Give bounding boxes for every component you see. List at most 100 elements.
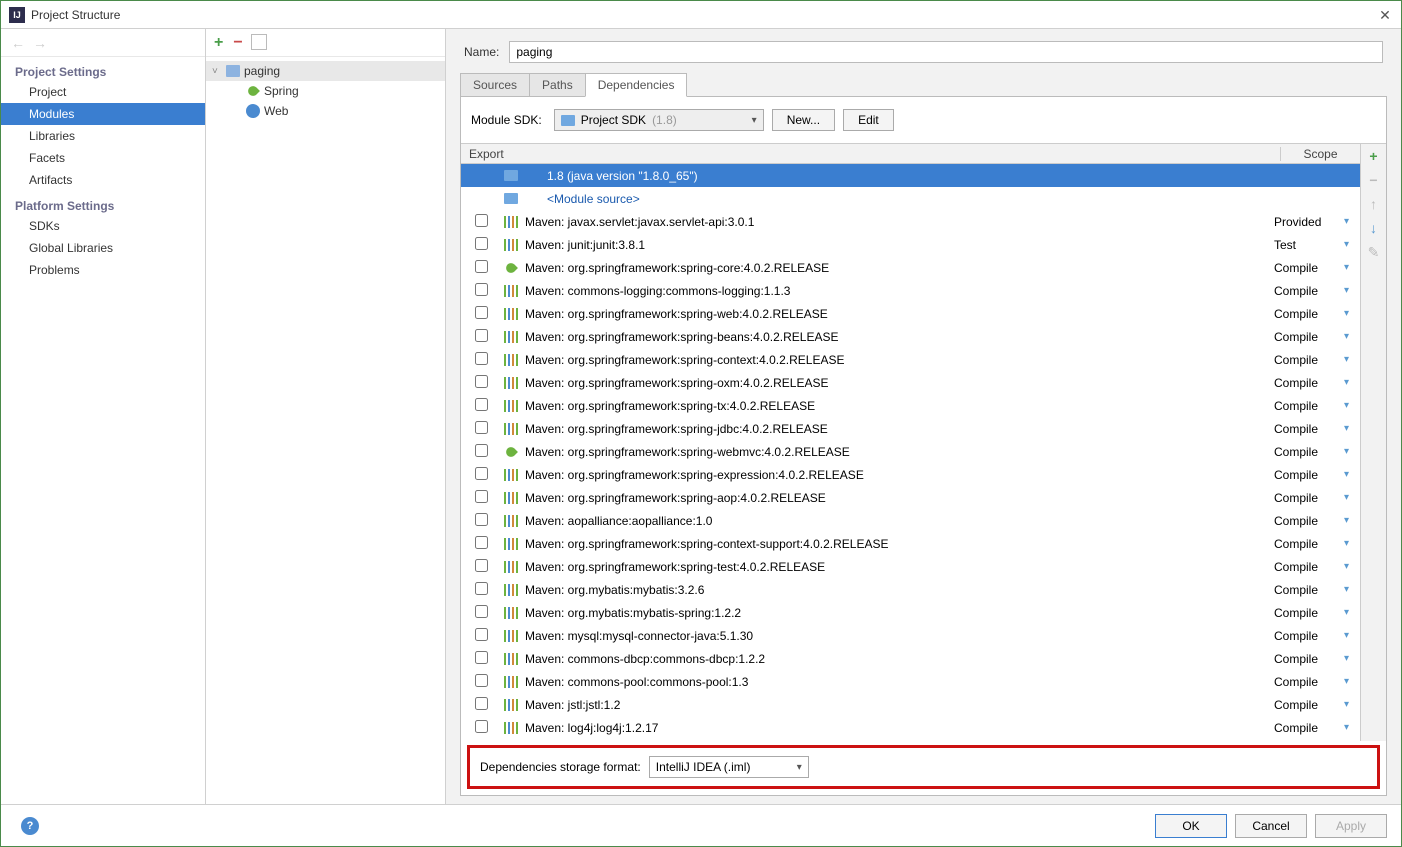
dep-row[interactable]: Maven: jstl:jstl:1.2Compile▾: [461, 693, 1360, 716]
dep-row[interactable]: Maven: org.springframework:spring-contex…: [461, 532, 1360, 555]
dep-scope[interactable]: Compile: [1274, 261, 1344, 275]
apply-button[interactable]: Apply: [1315, 814, 1387, 838]
sidebar-item-modules[interactable]: Modules: [1, 103, 205, 125]
scope-dropdown-icon[interactable]: ▾: [1344, 584, 1360, 595]
export-checkbox[interactable]: [475, 674, 488, 687]
dep-scope[interactable]: Compile: [1274, 606, 1344, 620]
export-checkbox[interactable]: [475, 513, 488, 526]
dep-row[interactable]: Maven: org.springframework:spring-test:4…: [461, 555, 1360, 578]
copy-icon[interactable]: [253, 36, 267, 50]
scope-dropdown-icon[interactable]: ▾: [1344, 400, 1360, 411]
export-checkbox[interactable]: [475, 283, 488, 296]
dep-row[interactable]: Maven: org.springframework:spring-core:4…: [461, 256, 1360, 279]
dep-row[interactable]: Maven: commons-pool:commons-pool:1.3Comp…: [461, 670, 1360, 693]
dep-scope[interactable]: Compile: [1274, 422, 1344, 436]
export-checkbox[interactable]: [475, 628, 488, 641]
export-checkbox[interactable]: [475, 260, 488, 273]
move-down-icon[interactable]: ↓: [1370, 220, 1377, 236]
scope-dropdown-icon[interactable]: ▾: [1344, 469, 1360, 480]
dep-scope[interactable]: Compile: [1274, 376, 1344, 390]
dep-row[interactable]: Maven: org.springframework:spring-jdbc:4…: [461, 417, 1360, 440]
dep-row[interactable]: Maven: aopalliance:aopalliance:1.0Compil…: [461, 509, 1360, 532]
dependencies-table[interactable]: Export Scope 1.8 (java version "1.8.0_65…: [461, 144, 1360, 741]
module-sdk-select[interactable]: Project SDK (1.8) ▾: [554, 109, 764, 131]
scope-dropdown-icon[interactable]: ▾: [1344, 446, 1360, 457]
dep-row[interactable]: Maven: mysql:mysql-connector-java:5.1.30…: [461, 624, 1360, 647]
sidebar-item-facets[interactable]: Facets: [1, 147, 205, 169]
dep-scope[interactable]: Compile: [1274, 514, 1344, 528]
dep-row[interactable]: Maven: org.springframework:spring-contex…: [461, 348, 1360, 371]
dep-row[interactable]: Maven: org.springframework:spring-aop:4.…: [461, 486, 1360, 509]
dep-scope[interactable]: Compile: [1274, 353, 1344, 367]
export-checkbox[interactable]: [475, 306, 488, 319]
add-icon[interactable]: +: [214, 34, 223, 52]
tree-node-paging[interactable]: ˅ paging: [206, 61, 445, 81]
export-checkbox[interactable]: [475, 237, 488, 250]
dep-row[interactable]: Maven: org.springframework:spring-beans:…: [461, 325, 1360, 348]
export-checkbox[interactable]: [475, 490, 488, 503]
dep-row[interactable]: Maven: org.springframework:spring-expres…: [461, 463, 1360, 486]
dep-scope[interactable]: Test: [1274, 238, 1344, 252]
scope-dropdown-icon[interactable]: ▾: [1344, 216, 1360, 227]
dep-row[interactable]: <Module source>: [461, 187, 1360, 210]
dep-row[interactable]: Maven: org.mybatis:mybatis:3.2.6Compile▾: [461, 578, 1360, 601]
export-checkbox[interactable]: [475, 559, 488, 572]
dep-scope[interactable]: Compile: [1274, 652, 1344, 666]
export-checkbox[interactable]: [475, 329, 488, 342]
export-checkbox[interactable]: [475, 421, 488, 434]
dep-row[interactable]: Maven: commons-logging:commons-logging:1…: [461, 279, 1360, 302]
export-checkbox[interactable]: [475, 352, 488, 365]
tab-paths[interactable]: Paths: [529, 73, 586, 97]
export-checkbox[interactable]: [475, 697, 488, 710]
add-dep-icon[interactable]: +: [1369, 148, 1377, 164]
sidebar-item-problems[interactable]: Problems: [1, 259, 205, 281]
export-checkbox[interactable]: [475, 720, 488, 733]
dep-row[interactable]: Maven: log4j:log4j:1.2.17Compile▾: [461, 716, 1360, 739]
dep-row[interactable]: Maven: org.springframework:spring-webmvc…: [461, 440, 1360, 463]
edit-sdk-button[interactable]: Edit: [843, 109, 894, 131]
sidebar-item-project[interactable]: Project: [1, 81, 205, 103]
sidebar-item-artifacts[interactable]: Artifacts: [1, 169, 205, 191]
export-checkbox[interactable]: [475, 536, 488, 549]
export-checkbox[interactable]: [475, 605, 488, 618]
scope-dropdown-icon[interactable]: ▾: [1344, 561, 1360, 572]
tree-node-spring[interactable]: Spring: [206, 81, 445, 101]
scope-dropdown-icon[interactable]: ▾: [1344, 607, 1360, 618]
sidebar-item-libraries[interactable]: Libraries: [1, 125, 205, 147]
dep-row[interactable]: Maven: org.springframework:spring-oxm:4.…: [461, 371, 1360, 394]
dep-scope[interactable]: Compile: [1274, 330, 1344, 344]
export-checkbox[interactable]: [475, 444, 488, 457]
edit-dep-icon[interactable]: ✎: [1368, 244, 1380, 261]
close-icon[interactable]: ✕: [1377, 7, 1393, 23]
dep-scope[interactable]: Compile: [1274, 721, 1344, 735]
scope-dropdown-icon[interactable]: ▾: [1344, 515, 1360, 526]
dep-scope[interactable]: Compile: [1274, 583, 1344, 597]
dep-row[interactable]: Maven: org.springframework:spring-web:4.…: [461, 302, 1360, 325]
dep-scope[interactable]: Compile: [1274, 560, 1344, 574]
scope-dropdown-icon[interactable]: ▾: [1344, 538, 1360, 549]
export-checkbox[interactable]: [475, 582, 488, 595]
export-checkbox[interactable]: [475, 214, 488, 227]
dep-row[interactable]: Maven: commons-dbcp:commons-dbcp:1.2.2Co…: [461, 647, 1360, 670]
dep-row[interactable]: Maven: org.springframework:spring-tx:4.0…: [461, 394, 1360, 417]
dep-scope[interactable]: Compile: [1274, 445, 1344, 459]
dep-row[interactable]: Maven: junit:junit:3.8.1Test▾: [461, 233, 1360, 256]
help-icon[interactable]: ?: [21, 817, 39, 835]
remove-dep-icon[interactable]: −: [1369, 172, 1377, 188]
export-checkbox[interactable]: [475, 375, 488, 388]
forward-icon[interactable]: →: [33, 35, 49, 51]
sidebar-item-global-libraries[interactable]: Global Libraries: [1, 237, 205, 259]
dep-scope[interactable]: Compile: [1274, 675, 1344, 689]
dep-scope[interactable]: Compile: [1274, 537, 1344, 551]
move-up-icon[interactable]: ↑: [1370, 196, 1377, 212]
scope-dropdown-icon[interactable]: ▾: [1344, 239, 1360, 250]
dep-scope[interactable]: Compile: [1274, 307, 1344, 321]
scope-dropdown-icon[interactable]: ▾: [1344, 308, 1360, 319]
back-icon[interactable]: ←: [11, 35, 27, 51]
dep-scope[interactable]: Compile: [1274, 629, 1344, 643]
cancel-button[interactable]: Cancel: [1235, 814, 1307, 838]
new-sdk-button[interactable]: New...: [772, 109, 835, 131]
expand-icon[interactable]: ˅: [212, 66, 222, 77]
dep-row[interactable]: 1.8 (java version "1.8.0_65"): [461, 164, 1360, 187]
scope-dropdown-icon[interactable]: ▾: [1344, 423, 1360, 434]
